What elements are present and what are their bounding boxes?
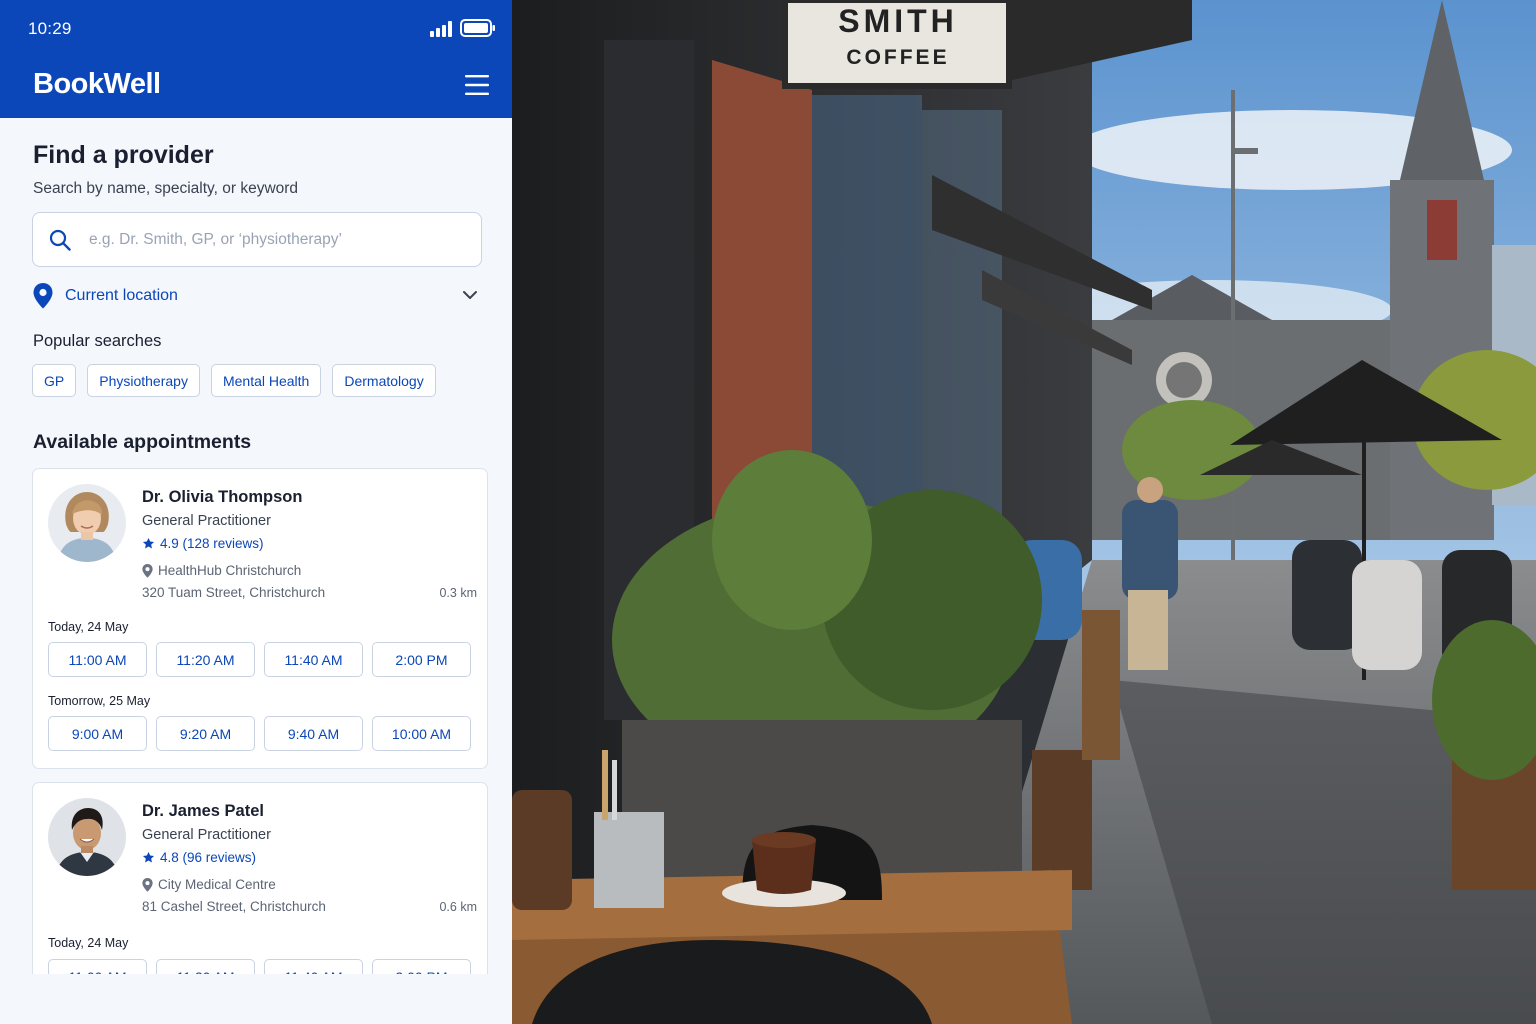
time-slot-button[interactable]: 11:40 AM bbox=[264, 959, 363, 974]
hamburger-menu-icon[interactable] bbox=[463, 74, 491, 96]
sign-text-coffee: COFFEE bbox=[846, 46, 949, 69]
avatar bbox=[48, 798, 126, 876]
provider-name[interactable]: Dr. James Patel bbox=[142, 802, 264, 821]
clinic-name: City Medical Centre bbox=[142, 877, 276, 892]
app-logo: BookWell bbox=[33, 68, 161, 100]
time-slots: 11:00 AM 11:20 AM 11:40 AM 2:00 PM bbox=[48, 959, 471, 974]
clinic-address: 81 Cashel Street, Christchurch bbox=[142, 899, 326, 914]
star-icon bbox=[142, 537, 155, 549]
rating-text: 4.9 (128 reviews) bbox=[160, 536, 264, 551]
location-label: Current location bbox=[65, 287, 178, 304]
battery-icon bbox=[460, 19, 495, 37]
time-slot-button[interactable]: 9:40 AM bbox=[264, 716, 363, 751]
time-slot-button[interactable]: 11:20 AM bbox=[156, 959, 255, 974]
time-slot-button[interactable]: 2:00 PM bbox=[372, 959, 471, 974]
clinic-label: City Medical Centre bbox=[158, 877, 276, 892]
provider-card[interactable]: Dr. Olivia Thompson General Practitioner… bbox=[32, 468, 488, 769]
location-pin-icon bbox=[142, 877, 153, 892]
rating-text: 4.8 (96 reviews) bbox=[160, 850, 257, 865]
slot-date-label: Today, 24 May bbox=[48, 620, 129, 634]
time-slot-button[interactable]: 11:20 AM bbox=[156, 642, 255, 677]
clinic-label: HealthHub Christchurch bbox=[158, 563, 302, 578]
provider-specialty: General Practitioner bbox=[142, 513, 271, 529]
popular-searches-heading: Popular searches bbox=[33, 332, 162, 350]
chip-gp[interactable]: GP bbox=[32, 364, 77, 397]
provider-rating[interactable]: 4.9 (128 reviews) bbox=[142, 536, 264, 551]
time-slots: 11:00 AM 11:20 AM 11:40 AM 2:00 PM bbox=[48, 642, 471, 677]
distance: 0.6 km bbox=[439, 900, 477, 914]
provider-rating[interactable]: 4.8 (96 reviews) bbox=[142, 850, 256, 865]
location-selector[interactable]: Current location bbox=[32, 282, 482, 310]
location-pin-icon bbox=[33, 283, 53, 309]
chip-physiotherapy[interactable]: Physiotherapy bbox=[87, 364, 200, 397]
sign-text-smith: SMITH bbox=[838, 3, 958, 39]
cell-signal-icon bbox=[430, 21, 452, 37]
street-cafe-photo: SMITH COFFEE bbox=[512, 0, 1536, 1024]
app-header: 10:29 BookWell bbox=[0, 0, 512, 118]
page-title: Find a provider bbox=[33, 141, 214, 169]
page-subtitle: Search by name, specialty, or keyword bbox=[33, 180, 299, 197]
chip-dermatology[interactable]: Dermatology bbox=[332, 364, 436, 397]
distance: 0.3 km bbox=[439, 586, 477, 600]
time-slot-button[interactable]: 10:00 AM bbox=[372, 716, 471, 751]
provider-name[interactable]: Dr. Olivia Thompson bbox=[142, 488, 302, 507]
time-slot-button[interactable]: 9:20 AM bbox=[156, 716, 255, 751]
provider-specialty: General Practitioner bbox=[142, 827, 271, 843]
slot-date-label: Today, 24 May bbox=[48, 936, 129, 950]
time-slot-button[interactable]: 2:00 PM bbox=[372, 642, 471, 677]
time-slots: 9:00 AM 9:20 AM 9:40 AM 10:00 AM bbox=[48, 716, 471, 751]
search-input[interactable] bbox=[89, 215, 469, 264]
time-slot-button[interactable]: 11:00 AM bbox=[48, 959, 147, 974]
slot-date-label: Tomorrow, 25 May bbox=[48, 694, 151, 708]
clinic-address: 320 Tuam Street, Christchurch bbox=[142, 585, 326, 600]
location-pin-icon bbox=[142, 563, 153, 578]
avatar bbox=[48, 484, 126, 562]
appointments-heading: Available appointments bbox=[33, 431, 252, 453]
provider-card[interactable]: Dr. James Patel General Practitioner 4.8… bbox=[32, 782, 488, 974]
popular-searches: GP Physiotherapy Mental Health Dermatolo… bbox=[32, 364, 436, 397]
chevron-down-icon bbox=[463, 291, 477, 299]
time-slot-button[interactable]: 11:00 AM bbox=[48, 642, 147, 677]
star-icon bbox=[142, 851, 155, 863]
search-icon bbox=[49, 229, 71, 251]
main-content: Find a provider Search by name, specialt… bbox=[0, 118, 512, 974]
clinic-name: HealthHub Christchurch bbox=[142, 563, 301, 578]
search-box[interactable] bbox=[32, 212, 482, 267]
status-time: 10:29 bbox=[28, 19, 72, 38]
time-slot-button[interactable]: 9:00 AM bbox=[48, 716, 147, 751]
time-slot-button[interactable]: 11:40 AM bbox=[264, 642, 363, 677]
chip-mental-health[interactable]: Mental Health bbox=[210, 364, 322, 397]
booking-app-screen: 10:29 BookWell Find a provider Search by… bbox=[0, 0, 512, 1024]
